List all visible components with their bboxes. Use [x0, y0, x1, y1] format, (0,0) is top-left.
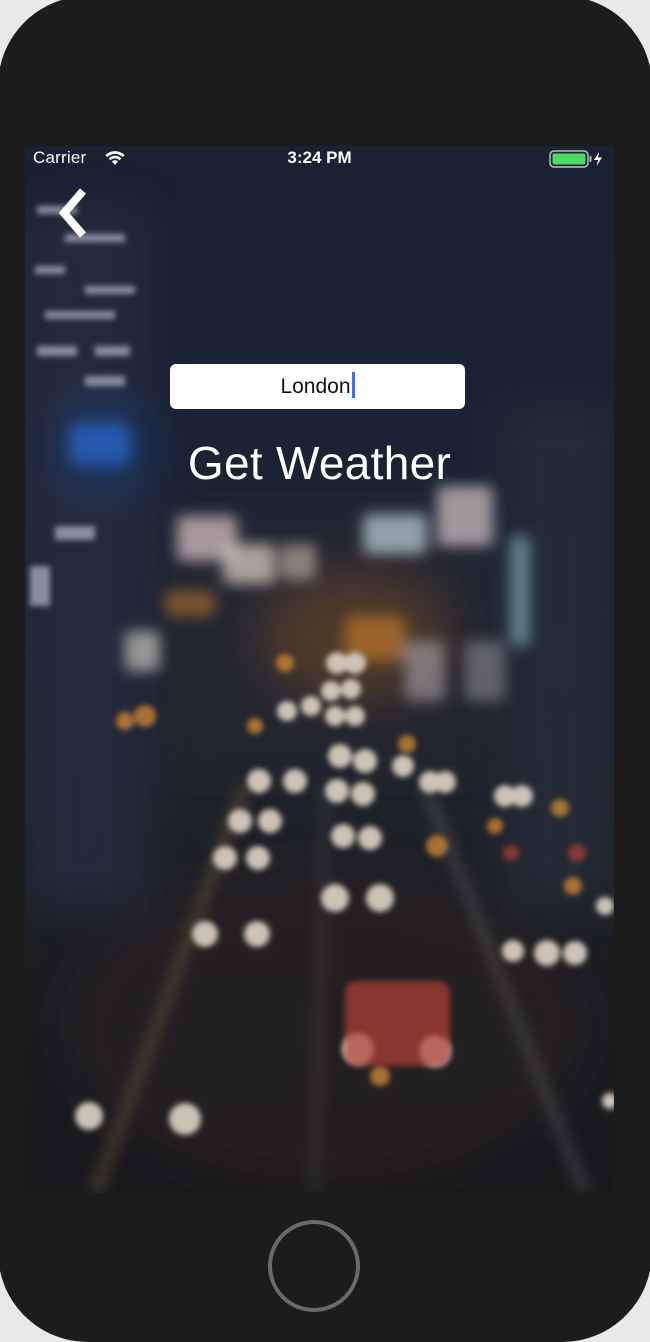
device-frame: Carrier 3:24 PM London Get Weather [0, 0, 650, 1342]
home-button[interactable] [268, 1220, 360, 1312]
get-weather-button[interactable]: Get Weather [25, 436, 614, 490]
text-cursor [351, 372, 355, 398]
app-screen: Carrier 3:24 PM London Get Weather [25, 146, 614, 1193]
city-input-value: London [280, 375, 351, 398]
battery-icon [549, 150, 602, 168]
status-time: 3:24 PM [287, 148, 352, 167]
city-search-input[interactable]: London [170, 364, 465, 409]
back-button[interactable] [53, 188, 97, 238]
chevron-left-icon [58, 188, 87, 238]
background-image [25, 146, 614, 1193]
status-bar: Carrier 3:24 PM [25, 146, 614, 170]
